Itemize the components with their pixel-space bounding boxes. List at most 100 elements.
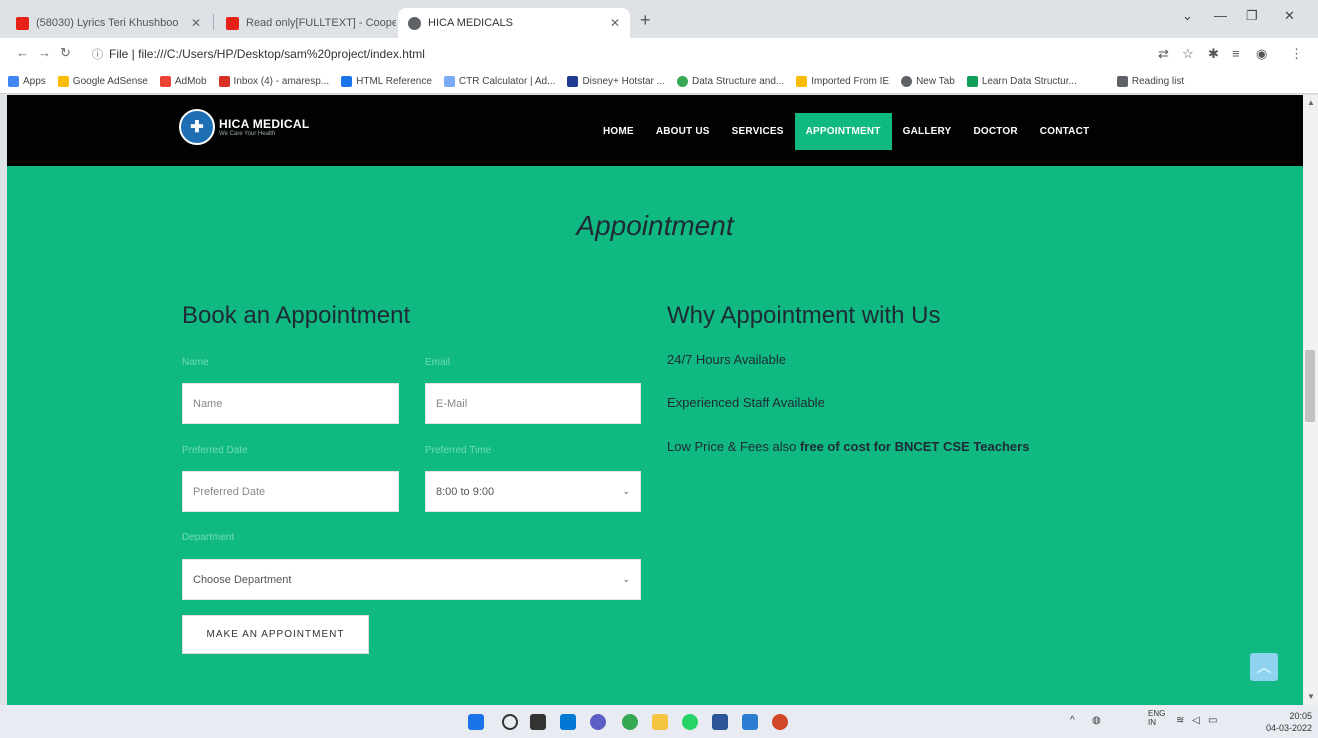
browser-toolbar: ← → ↻ ⓘ File | file:///C:/Users/HP/Deskt…	[0, 38, 1318, 70]
time-select-value: 8:00 to 9:00	[436, 485, 495, 498]
page-scrollbar[interactable]: ▲ ▼	[1303, 95, 1318, 705]
reload-icon[interactable]: ↻	[60, 45, 71, 61]
department-label: Department	[182, 532, 235, 543]
reading-list-button[interactable]: Reading list	[1116, 76, 1184, 87]
widgets-icon[interactable]	[560, 714, 576, 730]
reading-list-icon	[1116, 76, 1128, 87]
nav-about-us[interactable]: ABOUT US	[645, 113, 721, 150]
file-explorer-icon[interactable]	[652, 714, 668, 730]
tab-search-icon[interactable]: ⌄	[1182, 8, 1193, 24]
browser-tab-strip: (58030) Lyrics Teri Khushboo ✕ Read only…	[0, 0, 1318, 38]
why-item-price-highlight: free of cost for BNCET CSE Teachers	[799, 439, 1030, 454]
hotstar-icon	[567, 76, 579, 87]
bookmark-gmail[interactable]: Inbox (4) - amaresp...	[218, 76, 329, 87]
why-item-hours: 24/7 Hours Available	[667, 352, 787, 367]
tray-overflow-icon[interactable]: ^	[1070, 715, 1075, 726]
profile-icon[interactable]: ◉	[1256, 46, 1267, 62]
volume-icon[interactable]: ◁	[1192, 715, 1200, 726]
windows-taskbar: ^ ◍ ENG IN ≋ ◁ ▭ 20:05 04-03-2022	[0, 705, 1318, 738]
medical-cross-logo-icon[interactable]: ✚	[179, 109, 215, 145]
time-select[interactable]: 8:00 to 9:00 ⌄	[425, 471, 641, 512]
chevron-up-icon: ︿	[1257, 659, 1271, 675]
back-to-top-button[interactable]: ︿	[1250, 653, 1278, 681]
close-icon[interactable]: ✕	[602, 16, 620, 30]
tab-divider	[213, 14, 214, 30]
bookmark-learn-ds[interactable]: Learn Data Structur...	[966, 76, 1077, 87]
tab-hica-medicals[interactable]: HICA MEDICALS ✕	[398, 8, 630, 38]
bookmark-admob[interactable]: AdMob	[159, 76, 207, 87]
bookmark-apps[interactable]: Apps	[8, 76, 46, 87]
apps-grid-icon	[8, 76, 19, 87]
clock-date: 04-03-2022	[1266, 723, 1313, 733]
name-input[interactable]	[182, 383, 399, 424]
nav-doctor[interactable]: DOCTOR	[962, 113, 1028, 150]
brand-name[interactable]: HICA MEDICAL	[219, 117, 309, 131]
document-icon	[226, 16, 239, 30]
minimize-button[interactable]: —	[1214, 8, 1227, 23]
tab-read-only[interactable]: Read only[FULLTEXT] - Cooper ✕	[216, 8, 396, 38]
date-input[interactable]	[182, 471, 399, 512]
bookmark-data-structure[interactable]: Data Structure and...	[676, 76, 784, 87]
whatsapp-icon[interactable]	[682, 714, 698, 730]
bookmark-html-reference[interactable]: HTML Reference	[341, 76, 432, 87]
maximize-button[interactable]: ❐	[1246, 8, 1258, 24]
extensions-icon[interactable]: ✱	[1208, 46, 1219, 62]
bookmark-hotstar[interactable]: Disney+ Hotstar ...	[567, 76, 665, 87]
battery-icon[interactable]: ▭	[1208, 715, 1217, 726]
tab-label: (58030) Lyrics Teri Khushboo	[36, 17, 179, 29]
nav-contact[interactable]: CONTACT	[1029, 113, 1101, 150]
close-window-button[interactable]: ✕	[1284, 8, 1295, 24]
why-item-staff: Experienced Staff Available	[667, 395, 825, 410]
tray-app-icon[interactable]: ◍	[1092, 715, 1101, 726]
nav-appointment[interactable]: APPOINTMENT	[794, 113, 892, 150]
department-select[interactable]: Choose Department ⌄	[182, 559, 641, 600]
back-icon[interactable]: ←	[16, 45, 29, 60]
windows-start-icon[interactable]	[468, 714, 484, 730]
info-icon[interactable]: ⓘ	[92, 46, 103, 62]
bookmark-ctr-calculator[interactable]: CTR Calculator | Ad...	[443, 76, 555, 87]
scroll-thumb[interactable]	[1305, 350, 1315, 422]
scroll-up-icon[interactable]: ▲	[1307, 98, 1315, 107]
email-input[interactable]	[425, 383, 641, 424]
bookmark-new-tab[interactable]: New Tab	[901, 76, 955, 87]
star-icon[interactable]: ☆	[1182, 46, 1194, 62]
nav-gallery[interactable]: GALLERY	[892, 113, 963, 150]
chevron-down-icon: ⌄	[622, 574, 630, 584]
bookmark-imported[interactable]: Imported From IE	[796, 76, 889, 87]
email-label: Email	[425, 357, 451, 368]
adsense-icon	[57, 76, 69, 87]
reading-list-icon[interactable]: ≡	[1232, 46, 1240, 61]
name-label: Name	[182, 357, 209, 368]
form-heading: Book an Appointment	[182, 302, 411, 329]
mail-icon[interactable]	[742, 714, 758, 730]
system-clock[interactable]: 20:05 04-03-2022	[1266, 710, 1312, 734]
why-heading: Why Appointment with Us	[667, 302, 941, 329]
store-icon[interactable]	[712, 714, 728, 730]
chat-icon[interactable]	[590, 714, 606, 730]
address-bar[interactable]: ⓘ File | file:///C:/Users/HP/Desktop/sam…	[92, 43, 1132, 65]
wifi-icon[interactable]: ≋	[1176, 715, 1184, 726]
youtube-icon	[16, 16, 29, 30]
language-indicator[interactable]: ENG IN	[1148, 709, 1165, 727]
chevron-down-icon: ⌄	[622, 486, 630, 496]
powerpoint-icon[interactable]	[772, 714, 788, 730]
date-label: Preferred Date	[182, 445, 248, 456]
tab-label: Read only[FULLTEXT] - Cooper	[246, 17, 396, 29]
course-icon	[966, 76, 978, 87]
new-tab-button[interactable]: +	[640, 10, 651, 31]
make-appointment-button[interactable]: MAKE AN APPOINTMENT	[182, 615, 369, 654]
kebab-menu-icon[interactable]: ⋮	[1290, 46, 1303, 62]
forward-icon[interactable]: →	[38, 45, 51, 60]
close-icon[interactable]: ✕	[183, 16, 201, 30]
chrome-icon[interactable]	[622, 714, 638, 730]
scroll-down-icon[interactable]: ▼	[1307, 692, 1315, 701]
clock-time: 20:05	[1289, 711, 1313, 721]
bookmark-adsense[interactable]: Google AdSense	[57, 76, 148, 87]
tab-youtube[interactable]: (58030) Lyrics Teri Khushboo ✕	[6, 8, 211, 38]
nav-home[interactable]: HOME	[592, 113, 645, 150]
translate-icon[interactable]: ⇄	[1158, 46, 1169, 62]
why-item-price-text: Low Price & Fees also	[667, 439, 800, 454]
nav-services[interactable]: SERVICES	[721, 113, 795, 150]
search-icon[interactable]	[502, 714, 518, 730]
task-view-icon[interactable]	[530, 714, 546, 730]
